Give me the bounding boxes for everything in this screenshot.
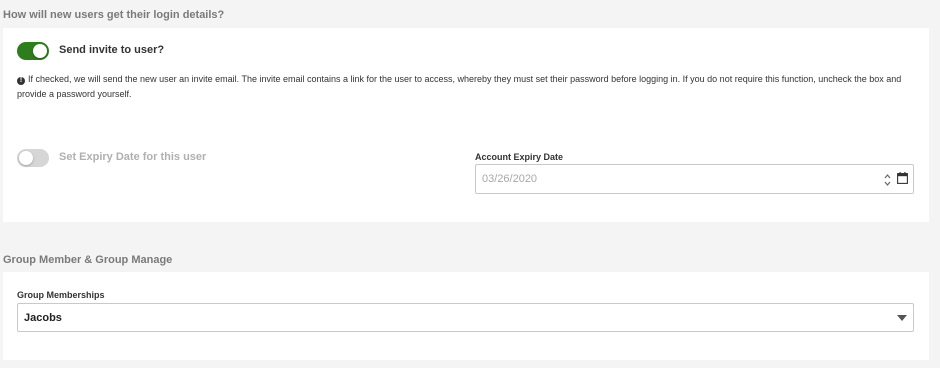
expiry-toggle-label: Set Expiry Date for this user	[59, 151, 207, 163]
group-memberships-value: Jacobs	[24, 312, 62, 324]
expiry-date-label: Account Expiry Date	[475, 152, 564, 162]
toggle-knob	[33, 44, 47, 58]
expiry-toggle[interactable]	[17, 149, 49, 167]
calendar-icon[interactable]	[897, 172, 908, 184]
spinner-arrows-icon[interactable]	[884, 173, 891, 187]
group-memberships-select[interactable]: Jacobs	[17, 303, 914, 332]
invite-info-body: If checked, we will send the new user an…	[17, 74, 902, 99]
send-invite-toggle[interactable]	[17, 42, 49, 60]
login-card: Send invite to user? ! If checked, we wil…	[3, 28, 929, 222]
toggle-knob	[19, 151, 33, 165]
login-section-title: How will new users get their login detai…	[3, 9, 225, 21]
info-icon: !	[17, 77, 25, 85]
group-card: Group Memberships Jacobs	[3, 272, 929, 360]
send-invite-label: Send invite to user?	[59, 44, 165, 56]
group-section-title: Group Member & Group Manage	[3, 254, 173, 266]
caret-down-icon[interactable]	[897, 315, 907, 321]
group-memberships-label: Group Memberships	[17, 290, 105, 300]
invite-info-text: ! If checked, we will send the new user a…	[17, 72, 917, 102]
expiry-date-input[interactable]: 03/26/2020	[475, 164, 914, 194]
expiry-date-value: 03/26/2020	[482, 173, 538, 185]
